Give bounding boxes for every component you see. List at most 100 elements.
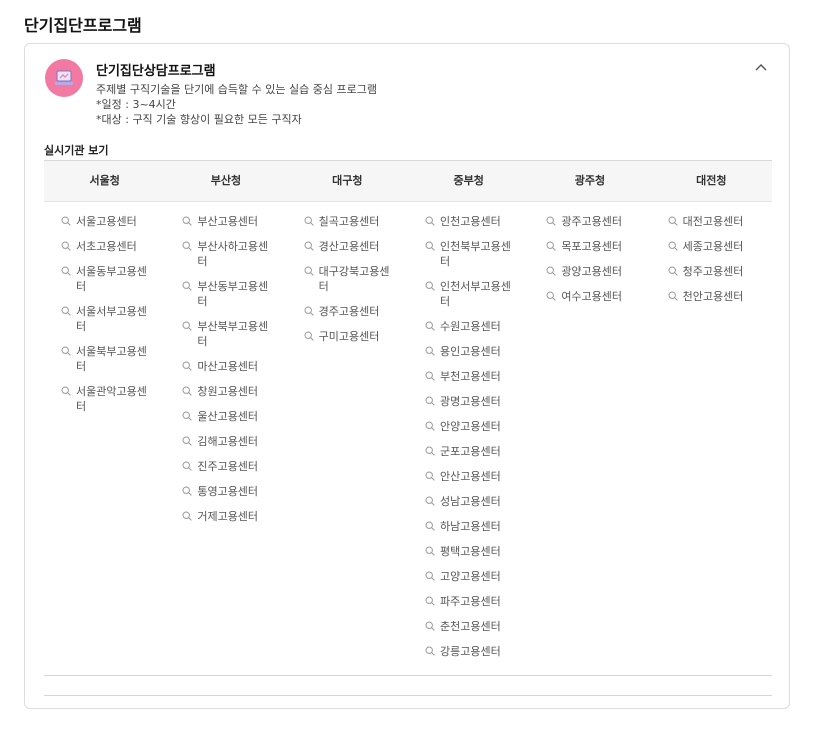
center-label: 서울북부고용센터 bbox=[76, 345, 147, 373]
center-link[interactable]: 광명고용센터 bbox=[425, 394, 529, 409]
center-link[interactable]: 서울동부고용센터 bbox=[61, 264, 165, 294]
region-column: 대전고용센터세종고용센터청주고용센터천안고용센터 bbox=[651, 214, 772, 669]
center-label: 안산고용센터 bbox=[439, 470, 501, 483]
center-label: 고양고용센터 bbox=[439, 570, 501, 583]
center-label: 서울고용센터 bbox=[76, 215, 137, 228]
search-icon bbox=[61, 346, 71, 356]
agencies-label: 실시기관 보기 bbox=[44, 144, 109, 157]
region-column: 광주고용센터목포고용센터광양고용센터여수고용센터 bbox=[529, 214, 650, 669]
center-link[interactable]: 인천북부고용센터 bbox=[425, 239, 529, 269]
search-icon bbox=[425, 321, 435, 331]
search-icon bbox=[61, 241, 71, 251]
center-label: 대구강북고용센터 bbox=[318, 265, 390, 293]
program-avatar bbox=[45, 59, 83, 97]
center-link[interactable]: 거제고용센터 bbox=[182, 509, 286, 524]
center-columns: 서울고용센터서초고용센터서울동부고용센터서울서부고용센터서울북부고용센터서울관악… bbox=[44, 214, 772, 669]
center-link[interactable]: 서초고용센터 bbox=[61, 239, 165, 254]
search-icon bbox=[182, 511, 193, 521]
center-link[interactable]: 경주고용센터 bbox=[304, 304, 408, 319]
center-label: 군포고용센터 bbox=[439, 445, 501, 458]
search-icon bbox=[182, 461, 193, 471]
center-link[interactable]: 춘천고용센터 bbox=[425, 619, 529, 634]
center-label: 울산고용센터 bbox=[197, 410, 259, 423]
center-label: 여수고용센터 bbox=[561, 290, 623, 303]
center-link[interactable]: 서울서부고용센터 bbox=[61, 304, 165, 334]
search-icon bbox=[425, 446, 435, 456]
center-link[interactable]: 부산북부고용센터 bbox=[182, 319, 286, 349]
search-icon bbox=[546, 266, 557, 276]
center-label: 광양고용센터 bbox=[561, 265, 623, 278]
center-link[interactable]: 인천서부고용센터 bbox=[425, 279, 529, 309]
center-link[interactable]: 칠곡고용센터 bbox=[304, 214, 408, 229]
divider bbox=[44, 675, 772, 676]
region-column: 칠곡고용센터경산고용센터대구강북고용센터경주고용센터구미고용센터 bbox=[287, 214, 408, 669]
center-link[interactable]: 수원고용센터 bbox=[425, 319, 529, 334]
center-link[interactable]: 청주고용센터 bbox=[668, 264, 772, 279]
center-link[interactable]: 부산동부고용센터 bbox=[182, 279, 286, 309]
search-icon bbox=[182, 386, 193, 396]
center-link[interactable]: 부산사하고용센터 bbox=[182, 239, 286, 269]
center-link[interactable]: 세종고용센터 bbox=[668, 239, 772, 254]
center-link[interactable]: 마산고용센터 bbox=[182, 359, 286, 374]
search-icon bbox=[425, 496, 435, 506]
center-link[interactable]: 서울북부고용센터 bbox=[61, 344, 165, 374]
center-link[interactable]: 울산고용센터 bbox=[182, 409, 286, 424]
center-link[interactable]: 목포고용센터 bbox=[546, 239, 650, 254]
center-link[interactable]: 창원고용센터 bbox=[182, 384, 286, 399]
center-link[interactable]: 부산고용센터 bbox=[182, 214, 286, 229]
center-label: 용인고용센터 bbox=[439, 345, 501, 358]
center-link[interactable]: 대구강북고용센터 bbox=[304, 264, 408, 294]
center-link[interactable]: 파주고용센터 bbox=[425, 594, 529, 609]
center-label: 파주고용센터 bbox=[439, 595, 501, 608]
center-link[interactable]: 강릉고용센터 bbox=[425, 644, 529, 659]
center-link[interactable]: 경산고용센터 bbox=[304, 239, 408, 254]
center-link[interactable]: 고양고용센터 bbox=[425, 569, 529, 584]
center-link[interactable]: 광주고용센터 bbox=[546, 214, 650, 229]
center-label: 안양고용센터 bbox=[439, 420, 501, 433]
search-icon bbox=[304, 306, 314, 316]
search-icon bbox=[425, 471, 435, 481]
center-link[interactable]: 인천고용센터 bbox=[425, 214, 529, 229]
center-link[interactable]: 통영고용센터 bbox=[182, 484, 286, 499]
search-icon bbox=[304, 216, 314, 226]
center-label: 부산고용센터 bbox=[197, 215, 259, 228]
region-header-row: 서울청 부산청 대구청 중부청 광주청 대전청 bbox=[44, 160, 772, 202]
center-link[interactable]: 대전고용센터 bbox=[668, 214, 772, 229]
center-link[interactable]: 하남고용센터 bbox=[425, 519, 529, 534]
search-icon bbox=[425, 571, 435, 581]
center-link[interactable]: 용인고용센터 bbox=[425, 344, 529, 359]
collapse-button[interactable] bbox=[753, 60, 769, 76]
center-link[interactable]: 서울관악고용센터 bbox=[61, 384, 165, 414]
center-link[interactable]: 여수고용센터 bbox=[546, 289, 650, 304]
center-label: 마산고용센터 bbox=[197, 360, 259, 373]
center-link[interactable]: 성남고용센터 bbox=[425, 494, 529, 509]
search-icon bbox=[546, 241, 557, 251]
center-link[interactable]: 구미고용센터 bbox=[304, 329, 408, 344]
center-link[interactable]: 진주고용센터 bbox=[182, 459, 286, 474]
search-icon bbox=[425, 241, 435, 251]
laptop-icon bbox=[55, 70, 73, 85]
chevron-up-icon bbox=[755, 64, 767, 71]
search-icon bbox=[61, 266, 71, 276]
center-label: 부산사하고용센터 bbox=[197, 240, 269, 268]
center-link[interactable]: 안양고용센터 bbox=[425, 419, 529, 434]
search-icon bbox=[546, 216, 557, 226]
center-label: 부천고용센터 bbox=[439, 370, 501, 383]
center-link[interactable]: 평택고용센터 bbox=[425, 544, 529, 559]
center-label: 구미고용센터 bbox=[318, 330, 380, 343]
center-link[interactable]: 서울고용센터 bbox=[61, 214, 165, 229]
center-label: 수원고용센터 bbox=[439, 320, 501, 333]
center-label: 목포고용센터 bbox=[561, 240, 623, 253]
center-link[interactable]: 광양고용센터 bbox=[546, 264, 650, 279]
center-link[interactable]: 김해고용센터 bbox=[182, 434, 286, 449]
center-label: 청주고용센터 bbox=[682, 265, 744, 278]
program-schedule: *일정 : 3~4시간 bbox=[96, 98, 176, 111]
center-link[interactable]: 군포고용센터 bbox=[425, 444, 529, 459]
center-link[interactable]: 천안고용센터 bbox=[668, 289, 772, 304]
search-icon bbox=[182, 216, 193, 226]
search-icon bbox=[425, 346, 435, 356]
center-link[interactable]: 부천고용센터 bbox=[425, 369, 529, 384]
center-label: 평택고용센터 bbox=[439, 545, 501, 558]
center-link[interactable]: 안산고용센터 bbox=[425, 469, 529, 484]
divider bbox=[44, 695, 772, 696]
